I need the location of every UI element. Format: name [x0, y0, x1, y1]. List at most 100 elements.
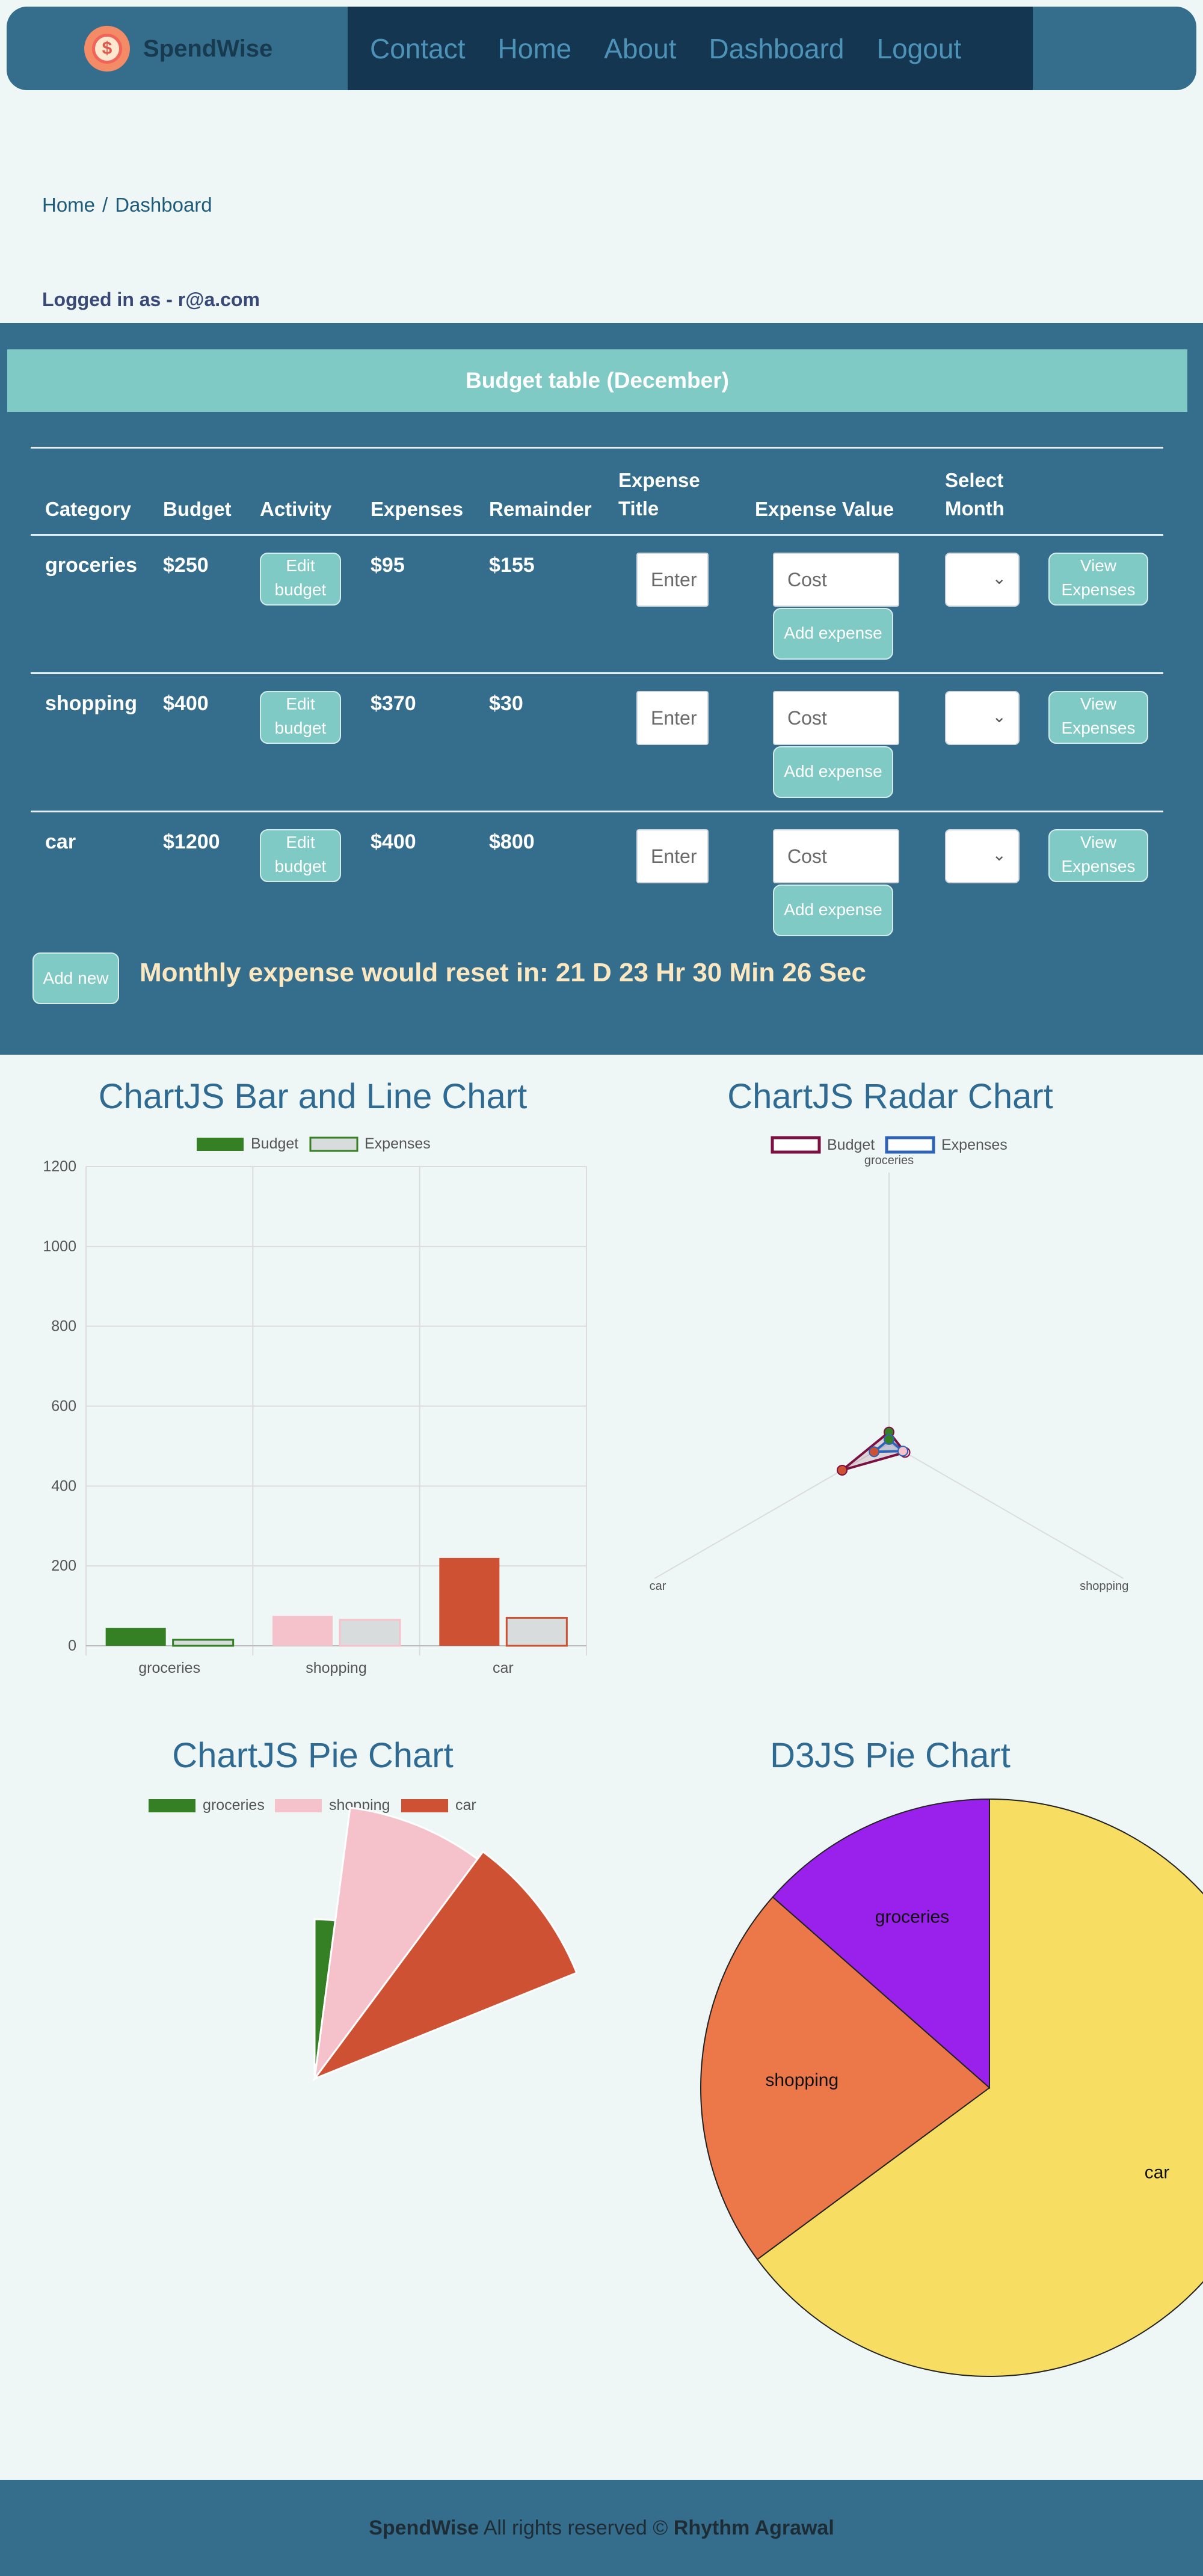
nav-link-contact[interactable]: Contact: [370, 32, 466, 65]
row-remainder: $800: [489, 830, 535, 853]
radar-chart: Budget Expenses groceries shopping car: [650, 1136, 1128, 1593]
view-expenses-button[interactable]: View Expenses: [1048, 829, 1148, 882]
legend-swatch-budget: [197, 1138, 244, 1151]
month-select[interactable]: ⌄: [945, 553, 1020, 607]
edit-budget-button[interactable]: Edit budget: [260, 829, 341, 882]
header-expense-value: Expense Value: [755, 498, 894, 520]
nav-link-logout[interactable]: Logout: [877, 32, 962, 65]
expense-title-input[interactable]: Enter: [636, 691, 709, 745]
x-tick-label: car: [493, 1660, 514, 1676]
radar-axis-label: car: [650, 1580, 666, 1593]
x-tick-label: groceries: [138, 1660, 200, 1676]
view-expenses-button[interactable]: View Expenses: [1048, 691, 1148, 744]
navbar: $ SpendWise Contact Home About Dashboard…: [7, 7, 1196, 90]
header-expenses: Expenses: [371, 498, 464, 520]
bar-budget: [439, 1557, 500, 1646]
add-expense-button[interactable]: Add expense: [773, 608, 893, 660]
row-budget: $1200: [163, 830, 220, 853]
header-expense-title: Expense Title: [618, 469, 700, 520]
bar-budget: [105, 1628, 166, 1646]
header-select-month: Select Month: [945, 469, 1005, 520]
radar-axis: [888, 1443, 1124, 1579]
bar-expenses: [339, 1619, 401, 1647]
d3-pie-label-car: car: [1145, 2162, 1170, 2182]
radar-point: [837, 1465, 848, 1476]
y-tick-label: 1200: [43, 1158, 76, 1175]
reset-countdown: Monthly expense would reset in: 21 D 23 …: [140, 958, 866, 987]
add-new-button[interactable]: Add new: [32, 952, 119, 1004]
x-tick-label: shopping: [306, 1660, 366, 1676]
breadcrumb-home[interactable]: Home: [42, 194, 95, 216]
add-expense-button[interactable]: Add expense: [773, 746, 893, 798]
legend-label-car: car: [455, 1797, 476, 1814]
d3-pie-label-shopping: shopping: [765, 2070, 838, 2090]
legend-swatch-expenses: [885, 1136, 935, 1154]
row-category: shopping: [45, 692, 137, 715]
row-rule: [31, 672, 1163, 674]
bar-budget: [272, 1616, 333, 1646]
row-budget: $400: [163, 692, 209, 715]
footer-brand: SpendWise: [369, 2516, 479, 2539]
row-expenses: $370: [371, 692, 416, 715]
brand-name: SpendWise: [143, 35, 273, 62]
row-category: car: [45, 830, 76, 853]
table-top-rule: [31, 447, 1163, 449]
budget-table-title: Budget table (December): [7, 349, 1187, 412]
nav-link-about[interactable]: About: [604, 32, 676, 65]
row-remainder: $30: [489, 692, 523, 715]
month-select[interactable]: ⌄: [945, 691, 1020, 745]
legend-label-budget: Budget: [827, 1136, 875, 1153]
view-expenses-button[interactable]: View Expenses: [1048, 553, 1148, 606]
header-category: Category: [45, 498, 132, 520]
chartjs-pie-title: ChartJS Pie Chart: [172, 1736, 454, 1775]
y-tick-label: 1000: [43, 1238, 76, 1255]
nav-link-dashboard[interactable]: Dashboard: [709, 32, 844, 65]
legend-label-budget: Budget: [251, 1135, 298, 1152]
nav-links: Contact Home About Dashboard Logout: [348, 7, 1033, 90]
radar-point: [869, 1446, 880, 1458]
legend-swatch-expenses: [309, 1136, 358, 1152]
legend-swatch-shopping: [275, 1799, 322, 1812]
footer-text: All rights reserved ©: [479, 2516, 674, 2539]
expense-value-input[interactable]: Cost: [773, 829, 899, 883]
bar-chart-title: ChartJS Bar and Line Chart: [98, 1077, 528, 1116]
edit-budget-button[interactable]: Edit budget: [260, 553, 341, 606]
brand[interactable]: $ SpendWise: [84, 26, 273, 72]
add-expense-button[interactable]: Add expense: [773, 885, 893, 936]
d3-pie-label-groceries: groceries: [875, 1907, 949, 1927]
radar-point: [897, 1446, 909, 1457]
row-remainder: $155: [489, 554, 535, 577]
footer: SpendWise All rights reserved © Rhythm A…: [0, 2480, 1203, 2576]
legend-swatch-car: [401, 1799, 448, 1812]
edit-budget-button[interactable]: Edit budget: [260, 691, 341, 744]
d3-pie-title: D3JS Pie Chart: [770, 1736, 1011, 1775]
legend-swatch-budget: [771, 1136, 821, 1154]
radar-axis-label: shopping: [1080, 1580, 1128, 1593]
bar-expenses: [172, 1639, 235, 1647]
legend-swatch-groceries: [149, 1799, 195, 1812]
breadcrumb-dashboard[interactable]: Dashboard: [115, 194, 212, 216]
row-expenses: $95: [371, 554, 405, 577]
expense-value-input[interactable]: Cost: [773, 691, 899, 745]
breadcrumb-separator: /: [102, 194, 108, 216]
footer-author: Rhythm Agrawal: [673, 2516, 834, 2539]
row-budget: $250: [163, 554, 209, 577]
expense-value-input[interactable]: Cost: [773, 553, 899, 607]
row-expenses: $400: [371, 830, 416, 853]
y-tick-label: 200: [51, 1557, 76, 1574]
header-activity: Activity: [260, 498, 332, 520]
month-select[interactable]: ⌄: [945, 829, 1020, 883]
logo-icon: $: [84, 26, 130, 72]
budget-section: Budget table (December) Category Budget …: [0, 323, 1203, 1055]
radar-point: [884, 1434, 894, 1445]
radar-axis-label: groceries: [864, 1154, 914, 1167]
bar-chart: Budget Expenses 0 200 400 600 800 1000 1200 groce…: [43, 1135, 587, 1676]
expense-title-input[interactable]: Enter: [636, 553, 709, 607]
y-tick-label: 600: [51, 1398, 76, 1415]
nav-link-home[interactable]: Home: [498, 32, 572, 65]
y-tick-label: 800: [51, 1318, 76, 1335]
table-header-rule: [31, 534, 1163, 536]
header-budget: Budget: [163, 498, 232, 520]
expense-title-input[interactable]: Enter: [636, 829, 709, 883]
y-tick-label: 400: [51, 1477, 76, 1494]
